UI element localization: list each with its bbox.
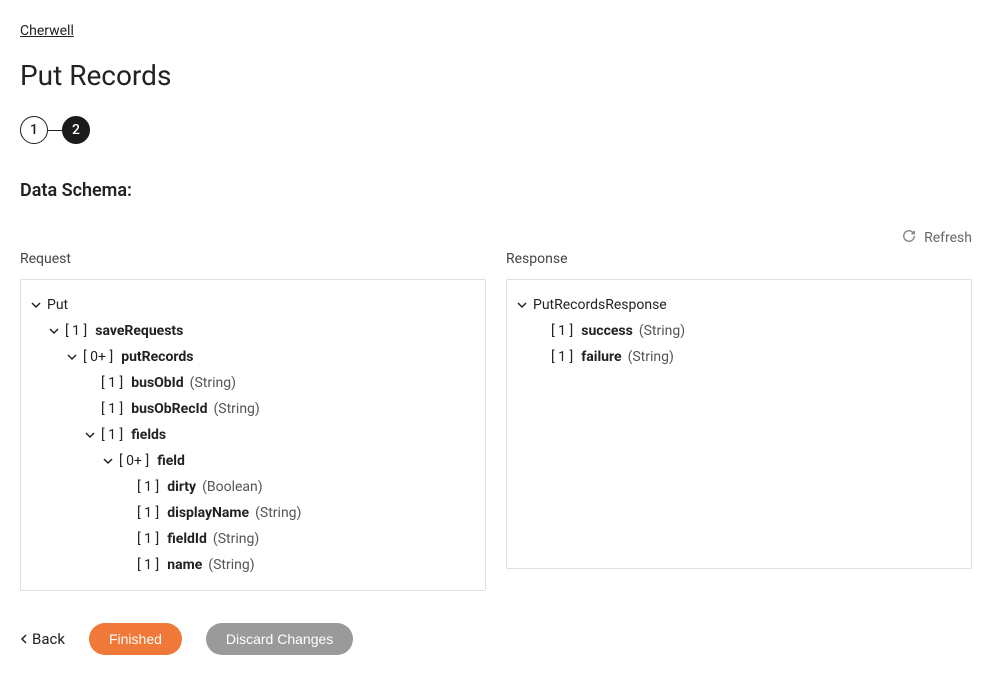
tree-node-dirty: [ 1 ] dirty (Boolean) xyxy=(29,474,477,500)
step-2[interactable]: 2 xyxy=(62,116,90,144)
tree-node-name: [ 1 ] name (String) xyxy=(29,552,477,578)
tree-node-busobrecid: [ 1 ] busObRecId (String) xyxy=(29,396,477,422)
response-column: Response PutRecordsResponse [ 1 ] succes… xyxy=(506,251,972,591)
chevron-down-icon[interactable] xyxy=(101,456,115,466)
refresh-button[interactable]: Refresh xyxy=(902,229,972,247)
chevron-down-icon[interactable] xyxy=(515,300,529,310)
back-button[interactable]: Back xyxy=(20,630,65,648)
field-name: displayName xyxy=(167,505,249,521)
stepper: 1 2 xyxy=(20,116,972,144)
field-name: busObRecId xyxy=(131,401,207,417)
field-type: (Boolean) xyxy=(202,479,263,495)
chevron-down-icon[interactable] xyxy=(83,430,97,440)
cardinality: [ 1 ] xyxy=(101,427,123,443)
cardinality: [ 1 ] xyxy=(137,479,159,495)
cardinality: [ 1 ] xyxy=(137,557,159,573)
tree-node-fieldid: [ 1 ] fieldId (String) xyxy=(29,526,477,552)
field-type: (String) xyxy=(213,531,259,547)
tree-node-displayname: [ 1 ] displayName (String) xyxy=(29,500,477,526)
tree-node-putrecords[interactable]: [ 0+ ] putRecords xyxy=(29,344,477,370)
field-type: (String) xyxy=(213,401,259,417)
response-header: Response xyxy=(506,251,972,267)
finished-button[interactable]: Finished xyxy=(89,623,182,655)
tree-node-fields[interactable]: [ 1 ] fields xyxy=(29,422,477,448)
field-name: saveRequests xyxy=(95,323,183,339)
section-title: Data Schema: xyxy=(20,180,972,201)
step-connector xyxy=(48,130,62,131)
tree-node-busobid: [ 1 ] busObId (String) xyxy=(29,370,477,396)
cardinality: [ 1 ] xyxy=(101,375,123,391)
chevron-down-icon[interactable] xyxy=(47,326,61,336)
field-name: fieldId xyxy=(167,531,207,547)
cardinality: [ 1 ] xyxy=(101,401,123,417)
field-name: field xyxy=(157,453,185,469)
cardinality: [ 1 ] xyxy=(137,531,159,547)
field-name: fields xyxy=(131,427,166,443)
field-name: putRecords xyxy=(121,349,193,365)
field-name: dirty xyxy=(167,479,196,495)
page-title: Put Records xyxy=(20,59,972,92)
cardinality: [ 0+ ] xyxy=(83,349,113,365)
field-name: failure xyxy=(581,349,621,365)
request-panel: Put [ 1 ] saveRequests [ 0+ ] xyxy=(20,279,486,591)
footer: Back Finished Discard Changes xyxy=(20,623,972,655)
tree-node-saverequests[interactable]: [ 1 ] saveRequests xyxy=(29,318,477,344)
step-1[interactable]: 1 xyxy=(20,116,48,144)
cardinality: [ 1 ] xyxy=(65,323,87,339)
request-header: Request xyxy=(20,251,486,267)
field-type: (String) xyxy=(639,323,685,339)
tree-node-success: [ 1 ] success (String) xyxy=(515,318,963,344)
tree-node-failure: [ 1 ] failure (String) xyxy=(515,344,963,370)
field-name: busObId xyxy=(131,375,183,391)
tree-node-putrecordsresponse[interactable]: PutRecordsResponse xyxy=(515,292,963,318)
field-type: (String) xyxy=(628,349,674,365)
cardinality: [ 1 ] xyxy=(137,505,159,521)
field-type: (String) xyxy=(255,505,301,521)
chevron-down-icon[interactable] xyxy=(29,300,43,310)
back-label: Back xyxy=(32,630,65,648)
response-panel: PutRecordsResponse [ 1 ] success (String… xyxy=(506,279,972,569)
field-type: (String) xyxy=(208,557,254,573)
field-name: success xyxy=(581,323,633,339)
cardinality: [ 1 ] xyxy=(551,349,573,365)
tree-node-label: Put xyxy=(47,297,68,313)
cardinality: [ 0+ ] xyxy=(119,453,149,469)
breadcrumb-link[interactable]: Cherwell xyxy=(20,23,74,39)
refresh-icon xyxy=(902,229,916,247)
request-column: Request Put [ 1 ] saveRequests xyxy=(20,251,486,591)
tree-node-put[interactable]: Put xyxy=(29,292,477,318)
tree-node-field[interactable]: [ 0+ ] field xyxy=(29,448,477,474)
chevron-down-icon[interactable] xyxy=(65,352,79,362)
refresh-label: Refresh xyxy=(924,230,972,246)
cardinality: [ 1 ] xyxy=(551,323,573,339)
chevron-left-icon xyxy=(20,630,28,648)
tree-node-label: PutRecordsResponse xyxy=(533,297,667,313)
field-name: name xyxy=(167,557,202,573)
field-type: (String) xyxy=(190,375,236,391)
discard-button[interactable]: Discard Changes xyxy=(206,623,353,655)
schema-container: Refresh Request Put xyxy=(20,229,972,591)
